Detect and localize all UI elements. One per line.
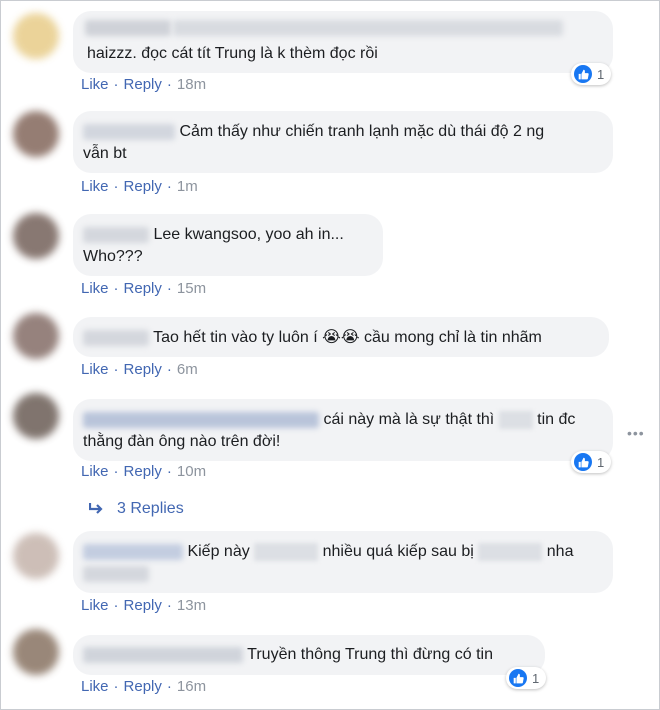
commenter-name[interactable] <box>83 226 149 243</box>
comment-actions: Like · Reply · 18m <box>81 76 206 93</box>
separator: · <box>166 178 172 195</box>
comment-bubble: Tao hết tin vào ty luôn í 😭😭 cầu mong ch… <box>73 317 609 357</box>
comment-text: Truyền thông Trung thì đừng có tin <box>247 646 493 663</box>
reaction-number: 1 <box>597 454 605 470</box>
avatar[interactable] <box>13 111 59 157</box>
separator: · <box>113 280 119 297</box>
separator: · <box>113 678 119 695</box>
reaction-number: 1 <box>532 670 540 686</box>
separator: · <box>113 76 119 93</box>
comment-text-part2: tin đc <box>537 411 576 428</box>
avatar[interactable] <box>13 629 59 675</box>
like-link[interactable]: Like <box>81 678 109 695</box>
comment-actions: Like · Reply · 16m <box>81 678 206 695</box>
comment-bubble: Kiếp này nhiều quá kiếp sau bị nha <box>73 531 613 593</box>
timestamp[interactable]: 10m <box>177 463 206 480</box>
separator: · <box>166 361 172 378</box>
separator: · <box>166 678 172 695</box>
thumbs-up-icon <box>509 669 527 687</box>
commenter-name[interactable] <box>83 543 183 560</box>
comment-bubble: cái này mà là sự thật thì tin đc thằng đ… <box>73 399 613 461</box>
comment-actions: Like · Reply · 10m <box>81 463 206 480</box>
thumbs-up-icon <box>574 65 592 83</box>
separator: · <box>113 597 119 614</box>
reply-link[interactable]: Reply <box>124 678 162 695</box>
thumbs-up-icon <box>574 453 592 471</box>
replies-count-label[interactable]: 3 Replies <box>117 500 184 518</box>
view-replies-link[interactable]: 3 Replies <box>89 500 184 518</box>
comment-text-line2: vẫn bt <box>83 145 127 162</box>
crying-face-emoji: 😭😭 <box>322 327 360 346</box>
like-link[interactable]: Like <box>81 597 109 614</box>
avatar[interactable] <box>13 213 59 259</box>
avatar[interactable] <box>13 13 59 59</box>
reply-link[interactable]: Reply <box>124 280 162 297</box>
reaction-number: 1 <box>597 66 605 82</box>
comment-text-part2: nhiều quá kiếp sau bị <box>322 543 474 560</box>
reply-link[interactable]: Reply <box>124 463 162 480</box>
timestamp[interactable]: 1m <box>177 178 198 195</box>
comment-text-part1: cái này mà là sự thật thì <box>323 411 495 428</box>
comment-actions: Like · Reply · 1m <box>81 178 198 195</box>
like-link[interactable]: Like <box>81 178 109 195</box>
like-link[interactable]: Like <box>81 463 109 480</box>
commenter-name[interactable] <box>83 411 319 428</box>
timestamp[interactable]: 6m <box>177 361 198 378</box>
comment-text-part1: Kiếp này <box>187 543 250 560</box>
reaction-count[interactable]: 1 <box>571 451 612 473</box>
comment-text-part3: nha <box>546 543 574 560</box>
timestamp[interactable]: 15m <box>177 280 206 297</box>
comment-text-part1: Tao hết tin vào ty luôn í <box>153 329 318 346</box>
timestamp[interactable]: 18m <box>177 76 206 93</box>
more-horizontal-icon[interactable]: ••• <box>627 425 645 441</box>
redacted-word <box>254 542 319 561</box>
commenter-name[interactable] <box>83 123 175 140</box>
comment-text-line2: Who??? <box>83 248 143 265</box>
like-link[interactable]: Like <box>81 76 109 93</box>
reply-link[interactable]: Reply <box>124 361 162 378</box>
redacted-word <box>478 542 543 561</box>
comment-actions: Like · Reply · 6m <box>81 361 198 378</box>
separator: · <box>113 361 119 378</box>
like-link[interactable]: Like <box>81 280 109 297</box>
reply-link[interactable]: Reply <box>124 597 162 614</box>
avatar[interactable] <box>13 533 59 579</box>
comment-text: haizzz. đọc cát tít Trung là k thèm đọc … <box>87 45 378 62</box>
separator: · <box>113 463 119 480</box>
separator: · <box>166 463 172 480</box>
comment-bubble: Cảm thấy như chiến tranh lạnh mặc dù thá… <box>73 111 613 173</box>
comment-actions: Like · Reply · 13m <box>81 597 206 614</box>
commenter-name[interactable] <box>83 329 149 346</box>
comment-text-line1: Cảm thấy như chiến tranh lạnh mặc dù thá… <box>179 123 545 140</box>
commenter-name[interactable] <box>83 646 243 663</box>
reply-link[interactable]: Reply <box>124 178 162 195</box>
reply-arrow-icon <box>89 503 103 514</box>
reaction-count[interactable]: 1 <box>571 63 612 85</box>
comment-bubble: Truyền thông Trung thì đừng có tin <box>73 635 545 675</box>
separator: · <box>113 178 119 195</box>
separator: · <box>166 597 172 614</box>
separator: · <box>166 280 172 297</box>
reaction-count[interactable]: 1 <box>506 667 547 689</box>
comment-text-line1: Lee kwangsoo, yoo ah in... <box>153 226 344 243</box>
commenter-name-continued <box>83 565 149 582</box>
redacted-word <box>498 410 533 429</box>
comment-text-part2: cầu mong chỉ là tin nhãm <box>364 329 542 346</box>
comment-text-line2: thằng đàn ông nào trên đời! <box>83 433 281 450</box>
comment-bubble: Lee kwangsoo, yoo ah in... Who??? <box>73 214 383 276</box>
avatar[interactable] <box>13 393 59 439</box>
reply-link[interactable]: Reply <box>124 76 162 93</box>
comment-bubble: haizzz. đọc cát tít Trung là k thèm đọc … <box>73 11 613 73</box>
like-link[interactable]: Like <box>81 361 109 378</box>
comments-panel: haizzz. đọc cát tít Trung là k thèm đọc … <box>0 0 660 710</box>
separator: · <box>166 76 172 93</box>
comment-actions: Like · Reply · 15m <box>81 280 206 297</box>
avatar[interactable] <box>13 313 59 359</box>
timestamp[interactable]: 16m <box>177 678 206 695</box>
commenter-name[interactable] <box>85 17 601 39</box>
timestamp[interactable]: 13m <box>177 597 206 614</box>
